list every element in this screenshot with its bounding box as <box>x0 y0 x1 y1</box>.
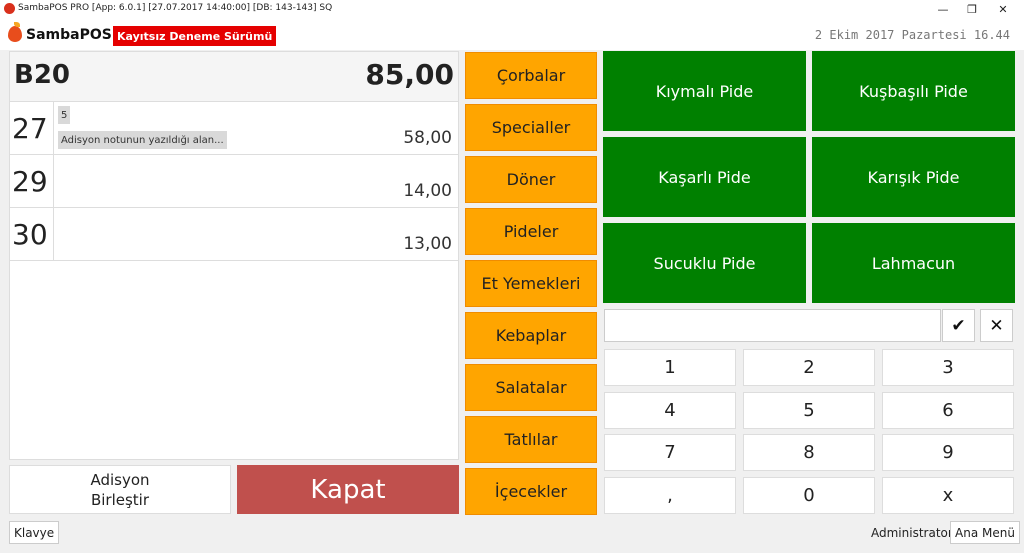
ticket-row[interactable]: 27 5 Adisyon notunun yazıldığı alan... 5… <box>10 102 458 155</box>
ticket-row[interactable]: 29 14,00 <box>10 155 458 208</box>
keypad-key[interactable]: 1 <box>604 349 736 386</box>
qty-cell: 29 <box>10 155 54 207</box>
ticket-header: B20 85,00 <box>10 52 458 102</box>
sambapos-logo-icon <box>8 26 22 42</box>
category-button[interactable]: Çorbalar <box>465 52 597 99</box>
merge-label-line2: Birleştir <box>90 490 150 509</box>
ticket-panel: B20 85,00 27 5 Adisyon notunun yazıldığı… <box>9 51 459 460</box>
window-title-bar: SambaPOS PRO [App: 6.0.1] [27.07.2017 14… <box>0 0 1024 18</box>
current-datetime: 2 Ekim 2017 Pazartesi 16.44 <box>814 28 1010 42</box>
keyboard-button[interactable]: Klavye <box>9 521 60 544</box>
product-button[interactable]: Kuşbaşılı Pide <box>812 51 1015 131</box>
keypad-key[interactable]: 7 <box>604 434 736 471</box>
merge-label-line1: Adisyon <box>90 470 150 489</box>
ticket-number: B20 <box>14 60 70 90</box>
logo-leaf-icon <box>14 22 20 27</box>
number-input[interactable] <box>604 309 941 342</box>
qty-cell: 27 <box>10 102 54 154</box>
clear-x-icon[interactable]: ✕ <box>980 309 1013 342</box>
app-icon <box>4 3 15 14</box>
window-title: SambaPOS PRO [App: 6.0.1] [27.07.2017 14… <box>18 3 333 13</box>
product-button[interactable]: Kıymalı Pide <box>603 51 806 131</box>
merge-tickets-label: Adisyon Birleştir <box>90 470 149 510</box>
product-button[interactable]: Lahmacun <box>812 223 1015 303</box>
ticket-row-note: Adisyon notunun yazıldığı alan... <box>58 131 227 149</box>
ticket-row[interactable]: 30 13,00 <box>10 208 458 261</box>
keypad-key[interactable]: 5 <box>743 392 875 429</box>
keypad-key[interactable]: 8 <box>743 434 875 471</box>
user-name: Administrator <box>871 526 953 540</box>
maximize-button[interactable]: ❐ <box>957 0 987 18</box>
main-menu-button[interactable]: Ana Menü <box>950 521 1020 544</box>
ticket-row-price: 13,00 <box>403 234 452 254</box>
trial-badge: Kayıtsız Deneme Sürümü <box>113 26 277 46</box>
close-window-button[interactable]: ✕ <box>988 0 1018 18</box>
product-button[interactable]: Kaşarlı Pide <box>603 137 806 217</box>
category-button[interactable]: Et Yemekleri <box>465 260 597 307</box>
category-button[interactable]: Tatlılar <box>465 416 597 463</box>
category-button[interactable]: Specialler <box>465 104 597 151</box>
ticket-row-qty: 30 <box>12 218 48 251</box>
keypad-key[interactable]: 9 <box>882 434 1014 471</box>
category-button[interactable]: Döner <box>465 156 597 203</box>
ticket-row-price: 14,00 <box>403 181 452 201</box>
close-ticket-button[interactable]: Kapat <box>237 465 459 514</box>
category-button[interactable]: İçecekler <box>465 468 597 515</box>
keypad-key[interactable]: 4 <box>604 392 736 429</box>
keypad-key[interactable]: 3 <box>882 349 1014 386</box>
ticket-row-qty: 29 <box>12 165 48 198</box>
ticket-row-price: 58,00 <box>403 128 452 148</box>
product-button[interactable]: Sucuklu Pide <box>603 223 806 303</box>
qty-cell: 30 <box>10 208 54 260</box>
keypad-key[interactable]: x <box>882 477 1014 514</box>
category-button[interactable]: Pideler <box>465 208 597 255</box>
merge-tickets-button[interactable]: Adisyon Birleştir <box>9 465 231 514</box>
category-button[interactable]: Salatalar <box>465 364 597 411</box>
ticket-total: 85,00 <box>365 58 454 91</box>
keypad-key[interactable]: 0 <box>743 477 875 514</box>
confirm-check-icon[interactable]: ✔ <box>942 309 975 342</box>
product-button[interactable]: Karışık Pide <box>812 137 1015 217</box>
ticket-row-qty: 27 <box>12 112 48 145</box>
keypad-key[interactable]: , <box>604 477 736 514</box>
brand-name: SambaPOS 6 <box>26 27 127 43</box>
keypad-key[interactable]: 2 <box>743 349 875 386</box>
ticket-row-tag: 5 <box>58 106 71 124</box>
minimize-button[interactable]: — <box>928 0 958 18</box>
category-button[interactable]: Kebaplar <box>465 312 597 359</box>
keypad-key[interactable]: 6 <box>882 392 1014 429</box>
